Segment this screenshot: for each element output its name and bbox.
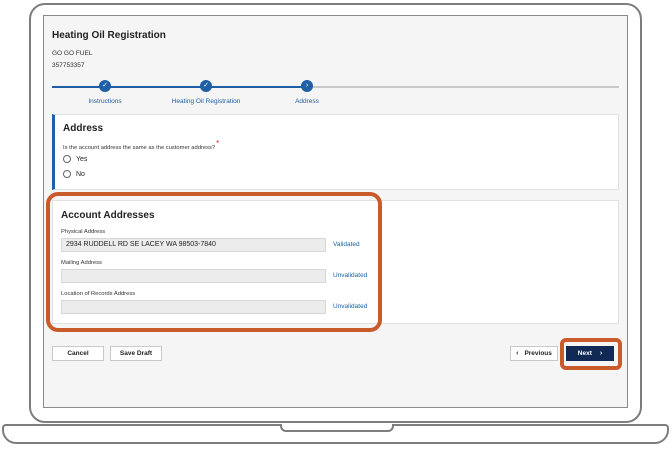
laptop-base-notch xyxy=(280,424,394,432)
physical-address-label: Physical Address xyxy=(61,229,106,235)
page-title: Heating Oil Registration xyxy=(52,30,166,41)
laptop-frame: Heating Oil Registration GO GO FUEL 3577… xyxy=(29,3,642,423)
radio-no-circle[interactable] xyxy=(63,170,71,178)
previous-button-label: Previous xyxy=(524,350,552,357)
address-question: Is the account address the same as the c… xyxy=(63,139,220,151)
cancel-button[interactable]: Cancel xyxy=(52,346,104,361)
account-id: 357753357 xyxy=(52,62,85,69)
step-label-instructions[interactable]: Instructions xyxy=(88,98,121,105)
radio-option-yes[interactable]: Yes xyxy=(63,155,87,163)
radio-yes-label: Yes xyxy=(76,155,88,163)
step-label-heating-oil-registration[interactable]: Heating Oil Registration xyxy=(172,98,241,105)
app-screen: Heating Oil Registration GO GO FUEL 3577… xyxy=(43,15,628,408)
radio-yes-circle[interactable] xyxy=(63,155,71,163)
physical-address-field[interactable]: 2934 RUDDELL RD SE LACEY WA 98503-7840 xyxy=(61,238,326,252)
account-name: GO GO FUEL xyxy=(52,50,93,57)
address-question-text: Is the account address the same as the c… xyxy=(63,145,216,151)
save-draft-button[interactable]: Save Draft xyxy=(110,346,162,361)
laptop-base xyxy=(2,424,669,444)
step-label-address[interactable]: Address xyxy=(295,98,319,105)
records-address-label: Location of Records Address xyxy=(61,291,136,297)
step-instructions-check-icon: ✓ xyxy=(99,80,111,92)
address-section-title: Address xyxy=(63,123,104,134)
previous-button[interactable]: ‹ Previous xyxy=(510,346,558,361)
mailing-address-status-link[interactable]: Unvalidated xyxy=(333,272,367,279)
chevron-right-icon: › xyxy=(599,350,603,357)
required-marker: * xyxy=(216,139,220,148)
step-registration-check-icon: ✓ xyxy=(200,80,212,92)
chevron-left-icon: ‹ xyxy=(516,350,519,357)
address-section: Address Is the account address the same … xyxy=(52,114,619,190)
account-addresses-section: Account Addresses Physical Address 2934 … xyxy=(52,200,619,324)
next-button[interactable]: Next › xyxy=(566,346,614,361)
radio-no-label: No xyxy=(76,170,85,178)
account-addresses-title: Account Addresses xyxy=(61,210,155,221)
action-bar: Cancel Save Draft ‹ Previous Next › xyxy=(44,342,627,366)
next-button-label: Next xyxy=(577,350,592,357)
mailing-address-label: Mailing Address xyxy=(61,260,102,266)
radio-option-no[interactable]: No xyxy=(63,170,85,178)
step-address-arrow-right-icon: › xyxy=(301,80,313,92)
stepper-progress-line xyxy=(52,86,306,88)
mailing-address-field[interactable] xyxy=(61,269,326,283)
records-address-status-link[interactable]: Unvalidated xyxy=(333,303,367,310)
physical-address-status-link[interactable]: Validated xyxy=(333,241,360,248)
records-address-field[interactable] xyxy=(61,300,326,314)
stepper-remaining-line xyxy=(306,86,619,88)
